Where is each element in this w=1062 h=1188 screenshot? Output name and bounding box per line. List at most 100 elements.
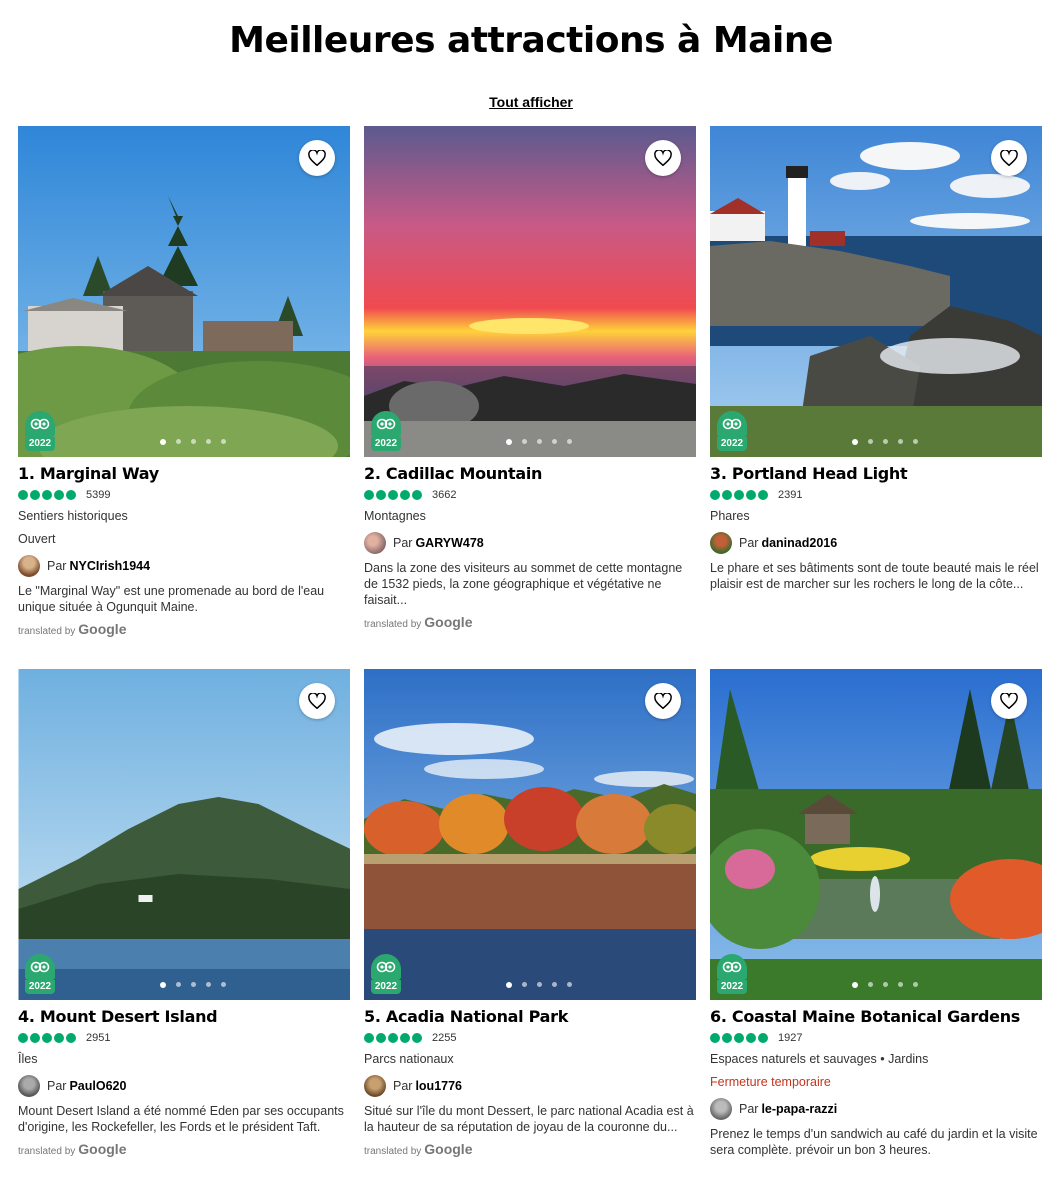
carousel-dot[interactable] — [552, 439, 557, 444]
carousel-dot[interactable] — [221, 982, 226, 987]
carousel-dot[interactable] — [160, 439, 166, 445]
carousel-dot[interactable] — [868, 982, 873, 987]
carousel-dot[interactable] — [537, 982, 542, 987]
carousel-dot[interactable] — [852, 982, 858, 988]
attraction-photo[interactable]: 2022 — [710, 669, 1042, 1000]
carousel-dot[interactable] — [506, 439, 512, 445]
travelers-choice-award: 2022 — [25, 954, 55, 994]
by-label: Par — [739, 536, 759, 550]
author-name[interactable]: le-papa-razzi — [761, 1102, 837, 1116]
attraction-name[interactable]: 1. Marginal Way — [18, 464, 350, 484]
save-heart-button[interactable] — [645, 683, 681, 719]
attraction-card[interactable]: 2022 4. Mount Desert Island 2951 Îles Pa… — [18, 669, 350, 1157]
avatar[interactable] — [18, 1075, 40, 1097]
carousel-dot[interactable] — [567, 439, 572, 444]
rating-bubble — [412, 490, 422, 500]
by-label: Par — [393, 536, 413, 550]
review-snippet: Dans la zone des visiteurs au sommet de … — [364, 561, 683, 607]
attraction-name[interactable]: 4. Mount Desert Island — [18, 1007, 350, 1027]
carousel-dot[interactable] — [883, 439, 888, 444]
attraction-name[interactable]: 6. Coastal Maine Botanical Gardens — [710, 1007, 1042, 1027]
carousel-dot[interactable] — [913, 982, 918, 987]
translated-by-google: translated by Google — [18, 1141, 350, 1157]
review-count: 2391 — [778, 489, 803, 501]
rating-bubble — [18, 1033, 28, 1043]
attraction-photo[interactable]: 2022 — [18, 669, 350, 1000]
carousel-dot[interactable] — [552, 982, 557, 987]
attraction-card[interactable]: 2022 1. Marginal Way 5399 Sentiers histo… — [18, 126, 350, 637]
avatar[interactable] — [710, 1098, 732, 1120]
attraction-category: Montagnes — [364, 509, 426, 523]
carousel-dot[interactable] — [206, 439, 211, 444]
save-heart-button[interactable] — [299, 683, 335, 719]
carousel-dot[interactable] — [537, 439, 542, 444]
attraction-card[interactable]: 2022 5. Acadia National Park 2255 Parcs … — [364, 669, 696, 1157]
rating-bubble — [412, 1033, 422, 1043]
attraction-category: Îles — [18, 1052, 38, 1066]
carousel-dot[interactable] — [898, 982, 903, 987]
avatar[interactable] — [18, 555, 40, 577]
carousel-dot[interactable] — [206, 982, 211, 987]
avatar[interactable] — [710, 532, 732, 554]
closure-status: Fermeture temporaire — [710, 1075, 831, 1089]
attraction-card[interactable]: 2022 3. Portland Head Light 2391 Phares … — [710, 126, 1042, 592]
by-label: Par — [47, 1079, 67, 1093]
carousel-dot[interactable] — [191, 439, 196, 444]
author-name[interactable]: PaulO620 — [69, 1079, 126, 1093]
save-heart-button[interactable] — [991, 683, 1027, 719]
attraction-category: Phares — [710, 509, 750, 523]
carousel-dot[interactable] — [191, 982, 196, 987]
carousel-dot[interactable] — [176, 439, 181, 444]
carousel-dot[interactable] — [522, 439, 527, 444]
attraction-card[interactable]: 2022 6. Coastal Maine Botanical Gardens … — [710, 669, 1042, 1158]
carousel-dot[interactable] — [522, 982, 527, 987]
google-logo: Google — [424, 614, 473, 630]
carousel-dot[interactable] — [898, 439, 903, 444]
photo-coastal-maine-botanical-gardens — [710, 669, 1042, 1000]
carousel-dots — [364, 439, 696, 445]
author-name[interactable]: NYCIrish1944 — [69, 559, 150, 573]
rating-bubble — [54, 490, 64, 500]
rating-bubble — [400, 1033, 410, 1043]
rating-bubble — [42, 490, 52, 500]
avatar[interactable] — [364, 1075, 386, 1097]
avatar[interactable] — [364, 532, 386, 554]
carousel-dot[interactable] — [868, 439, 873, 444]
review-author: Par GARYW478 — [364, 532, 696, 554]
save-heart-button[interactable] — [299, 140, 335, 176]
travelers-choice-award: 2022 — [717, 411, 747, 451]
carousel-dots — [364, 982, 696, 988]
photo-portland-head-light — [710, 126, 1042, 457]
attraction-photo[interactable]: 2022 — [18, 126, 350, 457]
view-all-link[interactable]: Tout afficher — [0, 94, 1062, 110]
carousel-dot[interactable] — [176, 982, 181, 987]
attraction-photo[interactable]: 2022 — [710, 126, 1042, 457]
carousel-dot[interactable] — [852, 439, 858, 445]
carousel-dot[interactable] — [913, 439, 918, 444]
carousel-dot[interactable] — [506, 982, 512, 988]
attraction-card[interactable]: 2022 2. Cadillac Mountain 3662 Montagnes… — [364, 126, 696, 630]
page-title: Meilleures attractions à Maine — [229, 20, 833, 61]
author-name[interactable]: daninad2016 — [761, 536, 837, 550]
author-name[interactable]: lou1776 — [415, 1079, 462, 1093]
save-heart-button[interactable] — [991, 140, 1027, 176]
carousel-dot[interactable] — [221, 439, 226, 444]
carousel-dots — [710, 439, 1042, 445]
attraction-name[interactable]: 5. Acadia National Park — [364, 1007, 696, 1027]
attraction-photo[interactable]: 2022 — [364, 669, 696, 1000]
author-name[interactable]: GARYW478 — [415, 536, 483, 550]
attraction-photo[interactable]: 2022 — [364, 126, 696, 457]
attraction-name[interactable]: 2. Cadillac Mountain — [364, 464, 696, 484]
photo-mount-desert-island — [18, 669, 350, 1000]
rating-bubble — [722, 490, 732, 500]
review-count: 2255 — [432, 1032, 457, 1044]
by-label: Par — [47, 559, 67, 573]
carousel-dot[interactable] — [883, 982, 888, 987]
bubble-rating: 3662 — [364, 488, 696, 502]
carousel-dot[interactable] — [567, 982, 572, 987]
carousel-dot[interactable] — [160, 982, 166, 988]
view-all-label[interactable]: Tout afficher — [489, 94, 573, 110]
photo-cadillac-mountain — [364, 126, 696, 457]
save-heart-button[interactable] — [645, 140, 681, 176]
attraction-name[interactable]: 3. Portland Head Light — [710, 464, 1042, 484]
